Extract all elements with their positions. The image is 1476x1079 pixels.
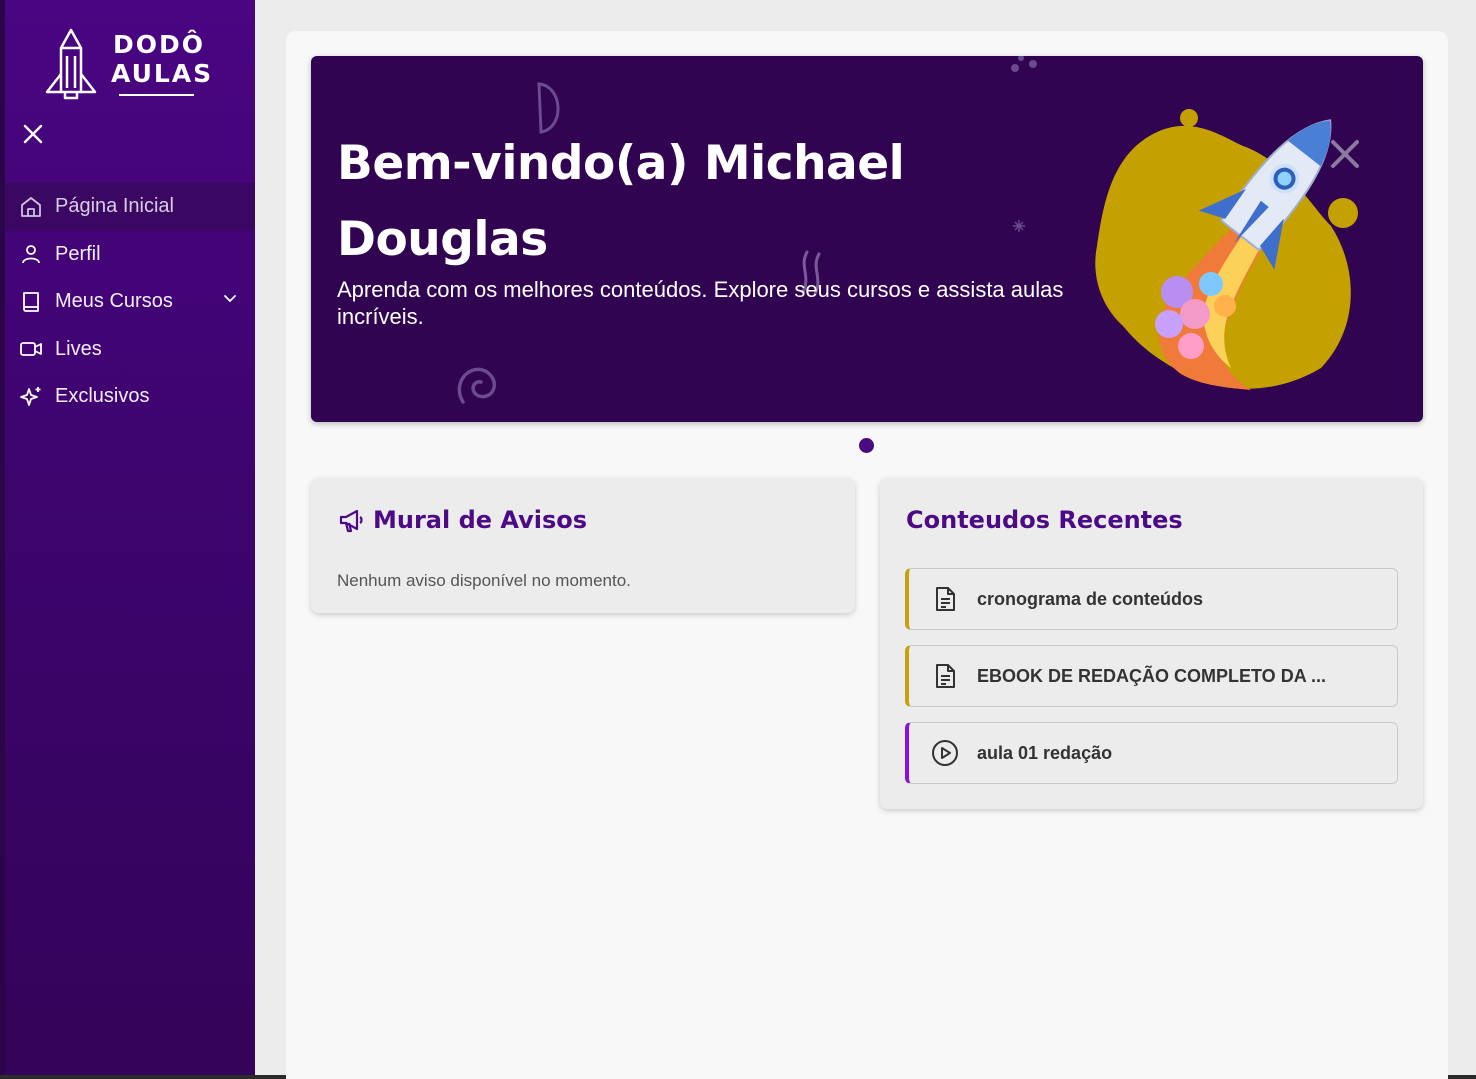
chevron-down-icon[interactable] [221,290,239,308]
mural-empty-text: Nenhum aviso disponível no momento. [337,571,631,590]
recent-item[interactable]: cronograma de conteúdos [905,568,1398,630]
recent-content-card: Conteudos Recentes cronograma de conteúd… [880,478,1423,809]
rocket-logo-icon [45,28,97,100]
sidebar-item-label: Exclusivos [55,385,150,408]
app-window: DODÔ AULAS Página Inicial Perfil Meus Cu… [0,0,1476,1079]
video-icon [19,337,43,361]
logo-text: DODÔ AULAS [111,30,213,88]
main-panel: Bem-vindo(a) Michael Douglas Aprenda com… [286,31,1448,1079]
sidebar-item-label: Lives [55,337,102,360]
logo-line-1: DODÔ [113,30,206,59]
megaphone-icon [337,506,365,534]
mural-card: Mural de Avisos Nenhum aviso disponível … [311,478,855,613]
rocket-illustration [1095,109,1358,390]
sidebar-item-lives[interactable]: Lives [5,326,255,374]
recent-item-label: aula 01 redação [977,742,1113,763]
sidebar-item-perfil[interactable]: Perfil [5,231,255,279]
logo[interactable]: DODÔ AULAS [43,26,223,102]
recent-item-label: EBOOK DE REDAÇÃO COMPLETO DA ... [977,665,1327,686]
mural-title: Mural de Avisos [337,506,587,534]
sidebar-item-meus-cursos[interactable]: Meus Cursos [5,278,255,326]
recent-item[interactable]: aula 01 redação [905,722,1398,784]
document-icon [931,585,959,613]
book-icon [19,290,43,314]
sidebar-item-label: Página Inicial [55,195,174,218]
logo-underline [119,94,194,96]
sidebar: DODÔ AULAS Página Inicial Perfil Meus Cu… [5,0,255,1075]
sidebar-item-label: Meus Cursos [55,290,173,313]
sidebar-item-pagina-inicial[interactable]: Página Inicial [5,183,255,231]
recent-item[interactable]: EBOOK DE REDAÇÃO COMPLETO DA ... [905,645,1398,707]
play-circle-icon [931,739,959,767]
logo-line-2: AULAS [111,59,214,88]
close-sidebar-button[interactable] [21,122,45,146]
sidebar-item-label: Perfil [55,242,101,265]
sidebar-nav: Página Inicial Perfil Meus Cursos Lives … [5,183,255,421]
recent-title: Conteudos Recentes [906,506,1183,534]
document-icon [931,662,959,690]
welcome-banner: Bem-vindo(a) Michael Douglas Aprenda com… [311,56,1423,422]
sparkles-icon [19,385,43,409]
banner-title: Bem-vindo(a) Michael Douglas [337,136,905,267]
home-icon [19,195,43,219]
sidebar-item-exclusivos[interactable]: Exclusivos [5,373,255,421]
user-icon [19,242,43,266]
close-icon [23,124,43,144]
carousel-indicator[interactable] [859,438,874,453]
recent-item-label: cronograma de conteúdos [977,588,1204,609]
mural-title-text: Mural de Avisos [373,506,588,534]
banner-subtitle: Aprenda com os melhores conteúdos. Explo… [337,277,1064,329]
